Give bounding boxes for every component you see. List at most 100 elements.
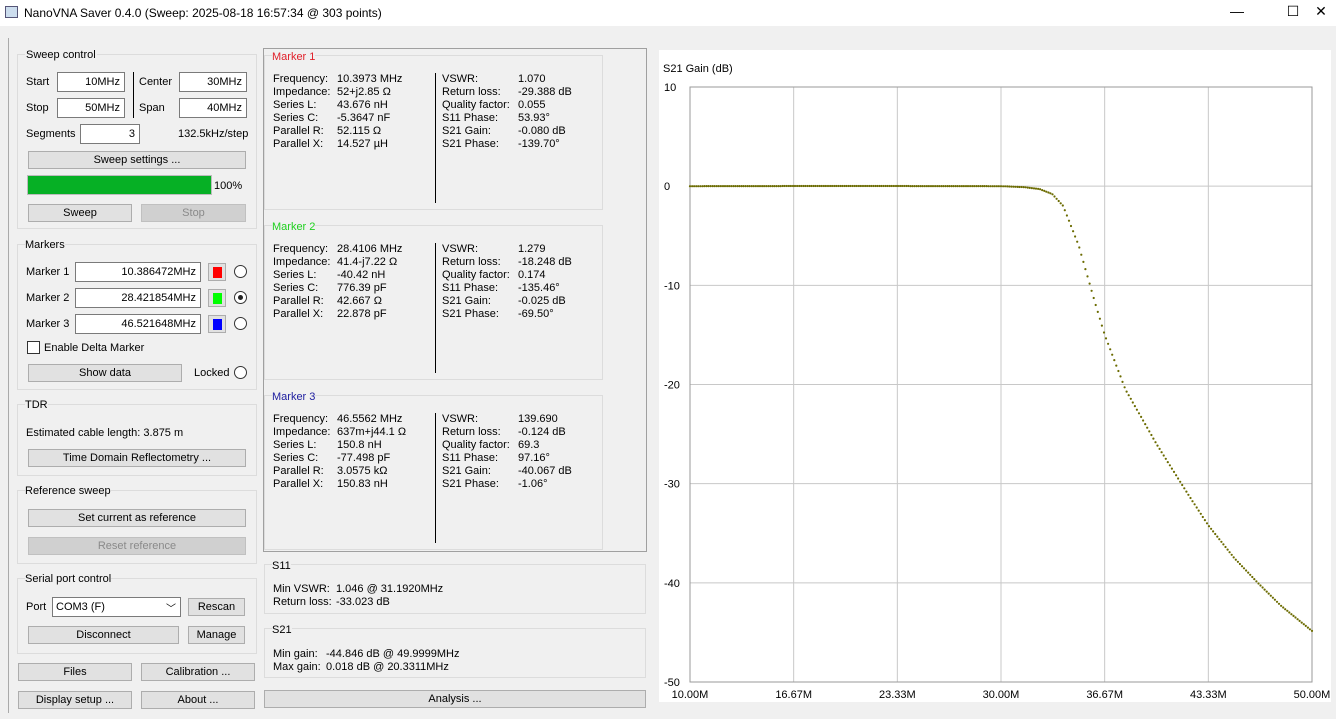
data-point [841, 184, 844, 188]
sweep-button[interactable]: Sweep [28, 204, 132, 222]
marker-color-button[interactable] [208, 315, 226, 333]
data-point [1277, 602, 1281, 605]
locked-radio[interactable] [234, 366, 247, 379]
data-point [767, 185, 770, 188]
data-point [713, 185, 716, 188]
marker-frequency-input[interactable]: 10.386472MHz [75, 262, 201, 282]
markers-title: Markers [25, 239, 65, 251]
marker-frequency-input[interactable]: 28.421854MHz [75, 288, 201, 308]
data-point [1084, 268, 1087, 271]
data-point [1069, 224, 1073, 228]
data-point [956, 185, 959, 188]
marker-panel-title: Marker 1 [272, 51, 316, 63]
minimize-button[interactable]: — [1222, 3, 1252, 23]
data-point [1037, 187, 1040, 190]
data-point [1014, 185, 1017, 188]
port-select[interactable]: COM3 (F) ﹀ [52, 597, 181, 617]
field-value: -40.42 nH [337, 269, 386, 281]
about-button[interactable]: About ... [141, 691, 255, 709]
data-point [833, 184, 836, 188]
data-point [1032, 187, 1036, 190]
calibration-button[interactable]: Calibration ... [141, 663, 255, 681]
marker-select-radio[interactable] [234, 265, 247, 278]
data-point [761, 185, 764, 188]
set-reference-button[interactable]: Set current as reference [28, 509, 246, 527]
data-point [913, 185, 916, 188]
files-button[interactable]: Files [18, 663, 132, 681]
stop-input[interactable]: 50MHz [57, 98, 125, 118]
data-point [1292, 614, 1295, 618]
data-point [1018, 185, 1021, 189]
color-swatch [213, 293, 222, 304]
data-point [695, 185, 698, 188]
data-point [1170, 467, 1173, 470]
data-point [756, 185, 760, 188]
y-tick-label: 0 [664, 181, 670, 193]
data-point [1092, 296, 1095, 300]
data-point [1207, 525, 1211, 528]
data-point [693, 185, 696, 188]
y-tick-label: -40 [664, 578, 680, 590]
marker-select-radio[interactable] [234, 291, 247, 304]
field-label: Impedance: [273, 426, 331, 438]
data-point [1117, 369, 1120, 373]
data-point [1039, 188, 1042, 191]
display-setup-button[interactable]: Display setup ... [18, 691, 132, 709]
data-point [999, 185, 1003, 188]
field-value: 10.3973 MHz [337, 73, 403, 85]
manage-button[interactable]: Manage [188, 626, 245, 644]
data-point [688, 185, 692, 188]
data-point [810, 184, 813, 188]
delta-marker-checkbox[interactable] [27, 341, 40, 354]
field-value: -77.498 pF [337, 452, 391, 464]
data-point [876, 184, 879, 188]
data-point [892, 184, 895, 188]
rescan-button[interactable]: Rescan [188, 598, 245, 616]
marker-color-button[interactable] [208, 263, 226, 281]
divider [435, 413, 436, 543]
data-point [736, 185, 739, 188]
stop-button[interactable]: Stop [141, 204, 246, 222]
sweep-settings-button[interactable]: Sweep settings ... [28, 151, 246, 169]
data-point [958, 185, 961, 188]
x-tick-label: 23.33M [879, 689, 916, 701]
data-point [942, 185, 945, 188]
span-input[interactable]: 40MHz [179, 98, 247, 118]
data-point [785, 184, 788, 188]
data-point [1232, 556, 1235, 559]
data-point [1043, 189, 1046, 192]
data-point [1115, 364, 1118, 367]
data-point [691, 185, 694, 188]
y-tick-label: -50 [664, 677, 680, 689]
maximize-button[interactable]: ☐ [1278, 3, 1308, 23]
data-point [989, 185, 992, 188]
center-input[interactable]: 30MHz [179, 72, 247, 92]
segments-input[interactable]: 3 [80, 124, 140, 144]
disconnect-button[interactable]: Disconnect [28, 626, 179, 644]
field-value: 42.667 Ω [337, 295, 382, 307]
show-data-button[interactable]: Show data [28, 364, 182, 382]
divider [133, 72, 134, 118]
data-point [1125, 390, 1128, 393]
data-point [1086, 275, 1089, 278]
tdr-button[interactable]: Time Domain Reflectometry ... [28, 449, 246, 467]
reset-reference-button[interactable]: Reset reference [28, 537, 246, 555]
analysis-button[interactable]: Analysis ... [264, 690, 646, 708]
data-point [874, 184, 877, 188]
data-point [1166, 461, 1169, 464]
start-input[interactable]: 10MHz [57, 72, 125, 92]
data-point [1090, 289, 1093, 292]
marker-frequency-input[interactable]: 46.521648MHz [75, 314, 201, 334]
field-label: Parallel R: [273, 465, 324, 477]
data-point [884, 184, 887, 188]
field-value: 776.39 pF [337, 282, 387, 294]
close-button[interactable]: ✕ [1306, 3, 1336, 23]
data-point [1127, 394, 1130, 397]
marker-select-radio[interactable] [234, 317, 247, 330]
data-point [962, 185, 965, 188]
span-label: Span [139, 102, 165, 114]
x-tick-label: 50.00M [1294, 689, 1331, 701]
data-point [1162, 454, 1165, 457]
marker-color-button[interactable] [208, 289, 226, 307]
field-label: Frequency: [273, 73, 329, 85]
